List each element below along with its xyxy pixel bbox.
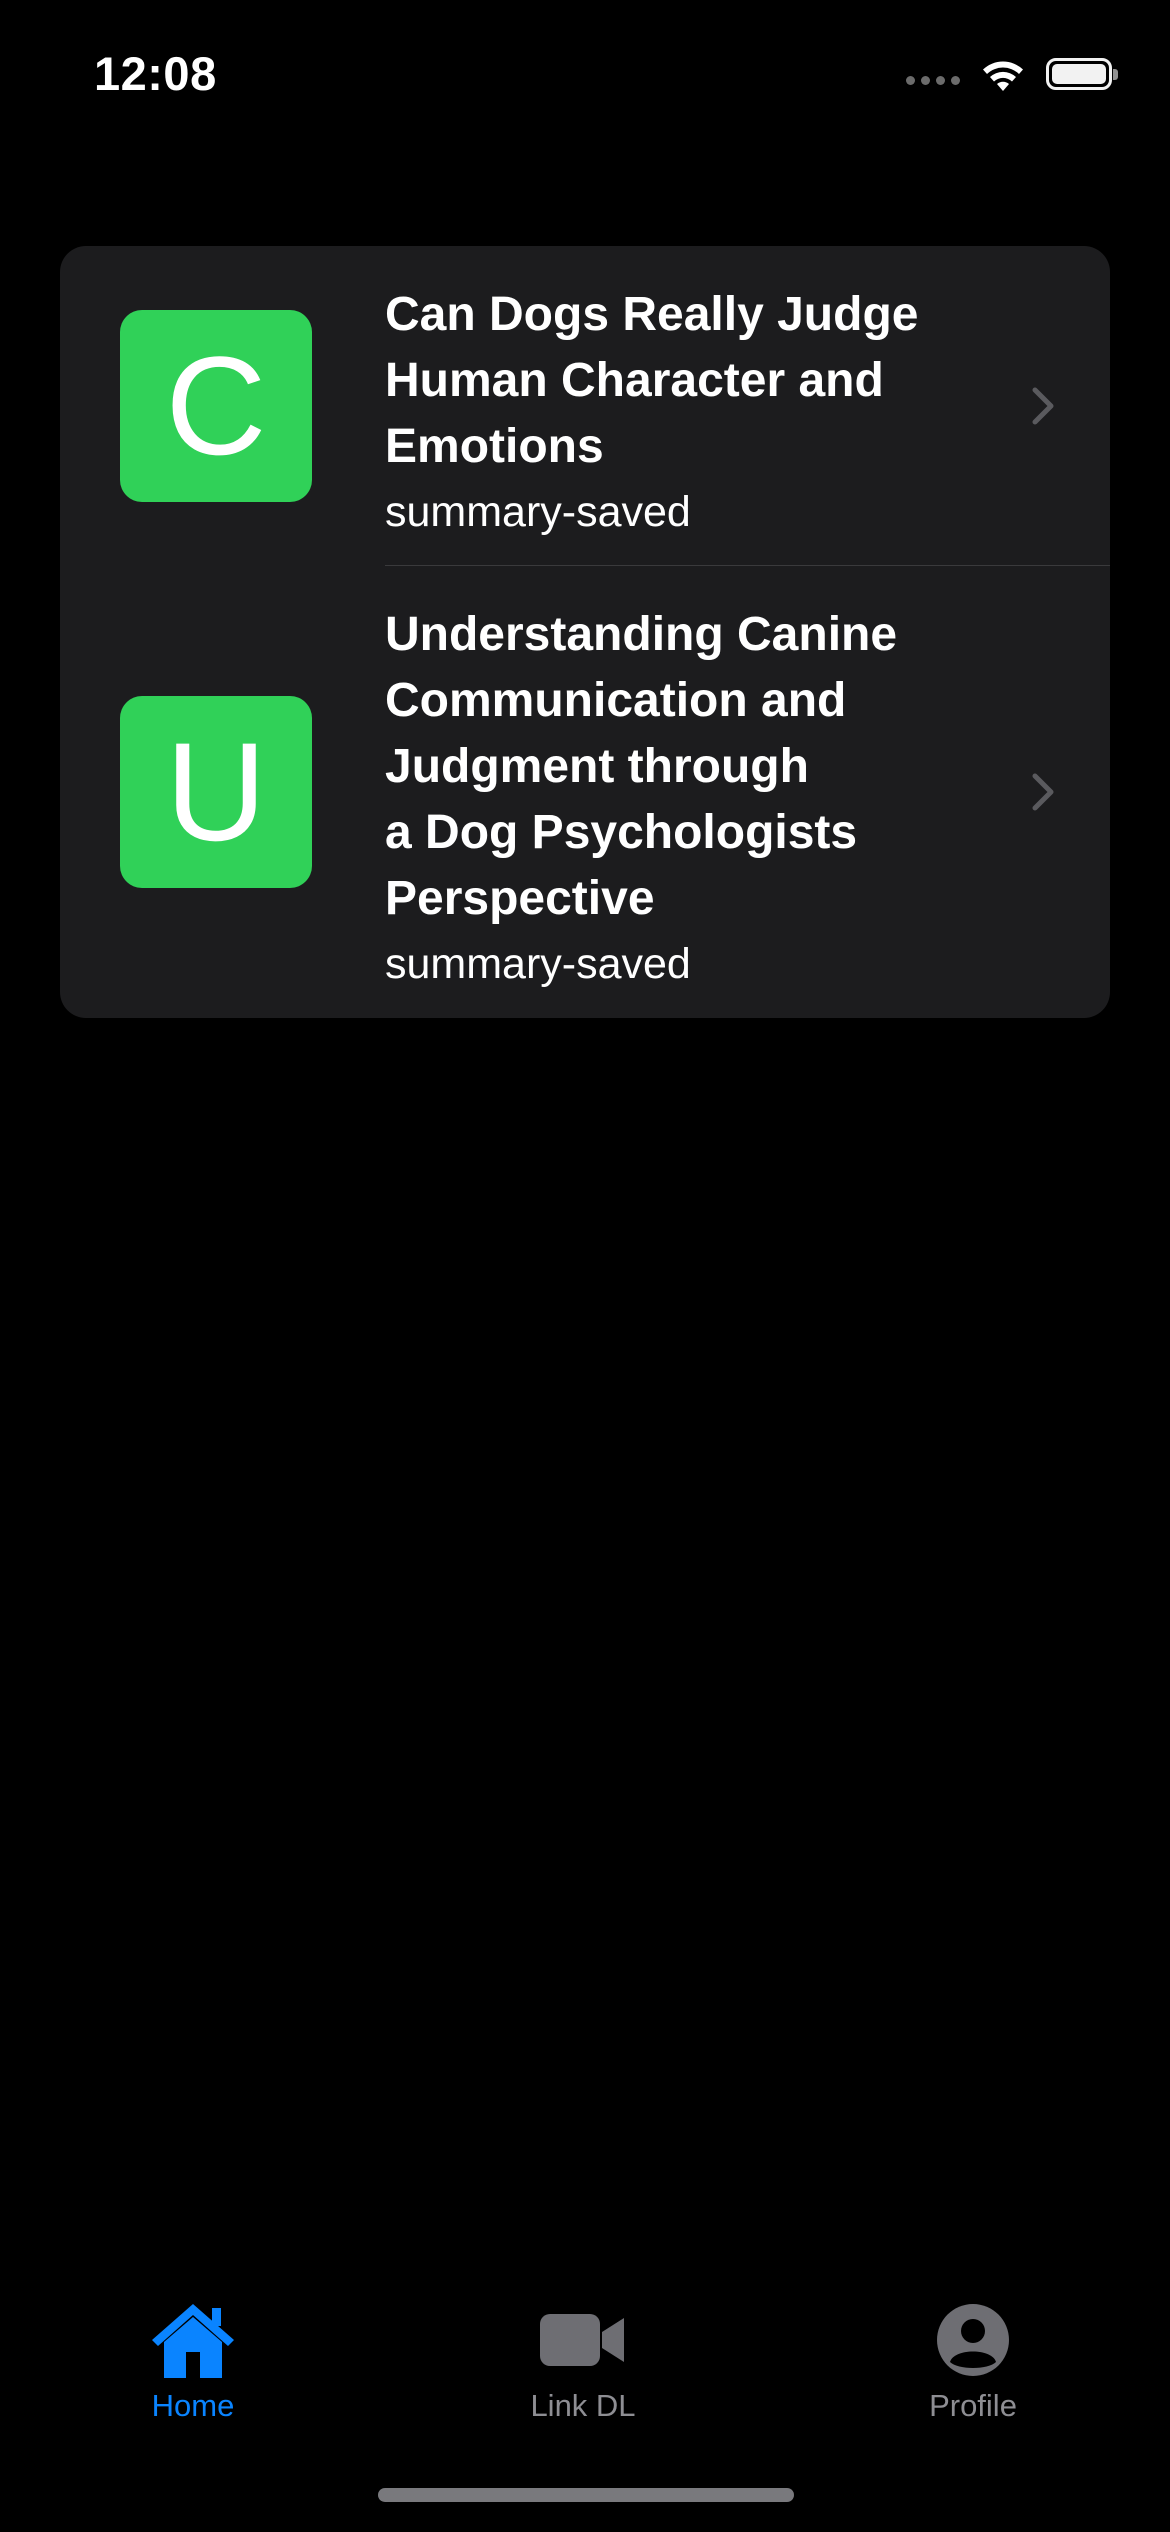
tab-label: Profile xyxy=(929,2388,1017,2423)
title-line: Can Dogs Really Judge xyxy=(385,288,919,341)
tab-label: Link DL xyxy=(530,2388,636,2423)
title-line: Understanding Canine xyxy=(385,608,898,661)
wifi-icon xyxy=(983,61,1023,91)
list-item-text: Can Dogs Really Judge Human Character an… xyxy=(385,282,1025,542)
title-line: Perspective xyxy=(385,872,655,925)
list-item-title: Can Dogs Really Judge Human Character an… xyxy=(385,282,1025,480)
person-circle-icon xyxy=(937,2304,1009,2376)
status-time: 12:08 xyxy=(94,47,217,100)
list-item[interactable]: C Can Dogs Really Judge Human Character … xyxy=(60,246,1110,566)
avatar: C xyxy=(120,310,312,502)
tab-label: Home xyxy=(151,2388,235,2423)
list-item-subtitle: summary-saved xyxy=(385,940,691,988)
list-item-title: Understanding Canine Communication and J… xyxy=(385,602,1025,932)
status-indicators xyxy=(906,54,1118,94)
tab-profile[interactable]: Profile xyxy=(853,2300,1093,2440)
home-indicator[interactable] xyxy=(378,2488,794,2502)
house-icon xyxy=(152,2304,234,2378)
status-bar: 12:08 xyxy=(0,0,1170,150)
chevron-right-icon xyxy=(1032,773,1054,811)
list-item[interactable]: U Understanding Canine Communication and… xyxy=(60,566,1110,1018)
title-line: Human Character and xyxy=(385,354,884,407)
chevron-right-icon xyxy=(1032,387,1054,425)
list-item-subtitle: summary-saved xyxy=(385,488,691,536)
title-line: Judgment through xyxy=(385,740,809,793)
title-line: Emotions xyxy=(385,420,604,473)
battery-icon xyxy=(1046,58,1118,90)
tab-home[interactable]: Home xyxy=(73,2300,313,2440)
avatar: U xyxy=(120,696,312,888)
tab-link-dl[interactable]: Link DL xyxy=(463,2300,703,2440)
cellular-signal-icon xyxy=(906,75,960,85)
list-item-text: Understanding Canine Communication and J… xyxy=(385,602,1025,994)
title-line: a Dog Psychologists xyxy=(385,806,858,859)
summary-list: C Can Dogs Really Judge Human Character … xyxy=(60,246,1110,1018)
title-line: Communication and xyxy=(385,674,847,727)
video-camera-icon xyxy=(540,2314,624,2366)
